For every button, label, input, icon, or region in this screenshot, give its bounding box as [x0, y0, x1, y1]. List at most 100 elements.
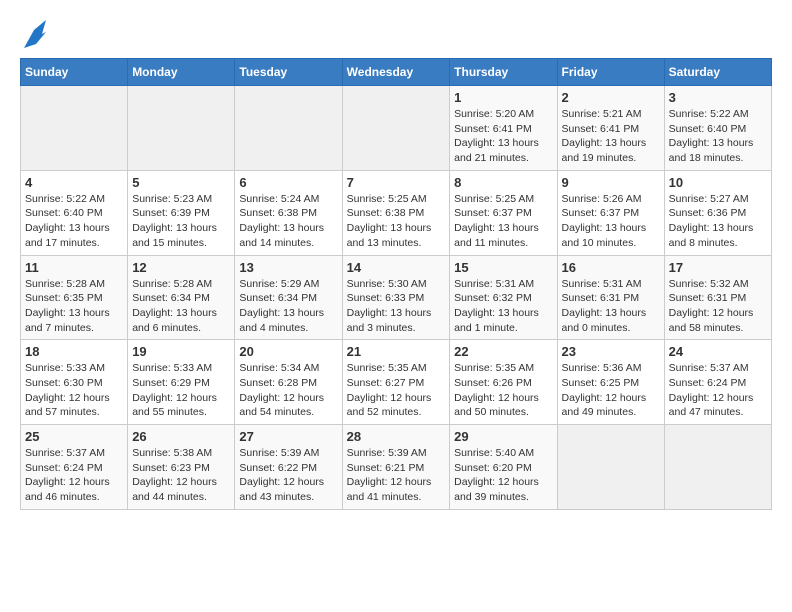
- day-number: 25: [25, 429, 123, 444]
- calendar-cell: 13Sunrise: 5:29 AM Sunset: 6:34 PM Dayli…: [235, 255, 342, 340]
- day-info: Sunrise: 5:39 AM Sunset: 6:22 PM Dayligh…: [239, 446, 337, 505]
- day-number: 16: [562, 260, 660, 275]
- calendar-cell: 29Sunrise: 5:40 AM Sunset: 6:20 PM Dayli…: [450, 425, 557, 510]
- calendar-header-monday: Monday: [128, 59, 235, 86]
- day-number: 9: [562, 175, 660, 190]
- day-number: 26: [132, 429, 230, 444]
- day-number: 20: [239, 344, 337, 359]
- day-number: 3: [669, 90, 767, 105]
- calendar-cell: [557, 425, 664, 510]
- calendar-week-row: 25 Sunrise: 5:37 AM Sunset: 6:24 PM Dayli…: [21, 425, 772, 510]
- calendar-header-saturday: Saturday: [664, 59, 771, 86]
- day-number: 13: [239, 260, 337, 275]
- day-info: Sunrise: 5:28 AM Sunset: 6:35 PM Dayligh…: [25, 277, 123, 336]
- calendar-header-friday: Friday: [557, 59, 664, 86]
- day-info: Sunrise: 5:37 AM Sunset: 6:24 PM Dayligh…: [669, 361, 767, 420]
- day-number: 18: [25, 344, 123, 359]
- day-info: Sunrise: 5:22 AM Sunset: 6:40 PM Dayligh…: [25, 192, 123, 251]
- calendar-header-sunday: Sunday: [21, 59, 128, 86]
- day-info: Sunrise: 5:36 AM Sunset: 6:25 PM Dayligh…: [562, 361, 660, 420]
- day-number: 10: [669, 175, 767, 190]
- calendar-cell: 15Sunrise: 5:31 AM Sunset: 6:32 PM Dayli…: [450, 255, 557, 340]
- day-info: Sunrise: 5:28 AM Sunset: 6:34 PM Dayligh…: [132, 277, 230, 336]
- calendar-cell: 10 Sunrise: 5:27 AM Sunset: 6:36 PM Dayli…: [664, 170, 771, 255]
- calendar-cell: 5 Sunrise: 5:23 AM Sunset: 6:39 PM Daylig…: [128, 170, 235, 255]
- calendar-cell: 14 Sunrise: 5:30 AM Sunset: 6:33 PM Dayli…: [342, 255, 450, 340]
- day-number: 4: [25, 175, 123, 190]
- day-number: 7: [347, 175, 446, 190]
- day-number: 12: [132, 260, 230, 275]
- day-info: Sunrise: 5:22 AM Sunset: 6:40 PM Dayligh…: [669, 107, 767, 166]
- calendar-header-row: SundayMondayTuesdayWednesdayThursdayFrid…: [21, 59, 772, 86]
- day-info: Sunrise: 5:30 AM Sunset: 6:33 PM Dayligh…: [347, 277, 446, 336]
- calendar-header-thursday: Thursday: [450, 59, 557, 86]
- calendar-cell: 11 Sunrise: 5:28 AM Sunset: 6:35 PM Dayli…: [21, 255, 128, 340]
- day-info: Sunrise: 5:27 AM Sunset: 6:36 PM Dayligh…: [669, 192, 767, 251]
- page-header: [20, 20, 772, 48]
- calendar-cell: 1 Sunrise: 5:20 AM Sunset: 6:41 PM Daylig…: [450, 86, 557, 171]
- day-info: Sunrise: 5:37 AM Sunset: 6:24 PM Dayligh…: [25, 446, 123, 505]
- calendar-cell: 20 Sunrise: 5:34 AM Sunset: 6:28 PM Dayli…: [235, 340, 342, 425]
- day-info: Sunrise: 5:35 AM Sunset: 6:27 PM Dayligh…: [347, 361, 446, 420]
- day-info: Sunrise: 5:33 AM Sunset: 6:29 PM Dayligh…: [132, 361, 230, 420]
- calendar-cell: 7Sunrise: 5:25 AM Sunset: 6:38 PM Daylig…: [342, 170, 450, 255]
- logo: [20, 20, 46, 48]
- day-info: Sunrise: 5:21 AM Sunset: 6:41 PM Dayligh…: [562, 107, 660, 166]
- calendar-cell: [235, 86, 342, 171]
- calendar-cell: 26 Sunrise: 5:38 AM Sunset: 6:23 PM Dayli…: [128, 425, 235, 510]
- calendar-cell: 18Sunrise: 5:33 AM Sunset: 6:30 PM Dayli…: [21, 340, 128, 425]
- day-number: 1: [454, 90, 552, 105]
- day-number: 27: [239, 429, 337, 444]
- day-info: Sunrise: 5:32 AM Sunset: 6:31 PM Dayligh…: [669, 277, 767, 336]
- day-number: 28: [347, 429, 446, 444]
- calendar-cell: 8 Sunrise: 5:25 AM Sunset: 6:37 PM Daylig…: [450, 170, 557, 255]
- day-number: 24: [669, 344, 767, 359]
- calendar-cell: 2 Sunrise: 5:21 AM Sunset: 6:41 PM Daylig…: [557, 86, 664, 171]
- calendar-cell: 12 Sunrise: 5:28 AM Sunset: 6:34 PM Dayli…: [128, 255, 235, 340]
- day-number: 11: [25, 260, 123, 275]
- calendar-cell: 9 Sunrise: 5:26 AM Sunset: 6:37 PM Daylig…: [557, 170, 664, 255]
- calendar-cell: 17 Sunrise: 5:32 AM Sunset: 6:31 PM Dayli…: [664, 255, 771, 340]
- day-number: 6: [239, 175, 337, 190]
- calendar-cell: 6 Sunrise: 5:24 AM Sunset: 6:38 PM Daylig…: [235, 170, 342, 255]
- day-number: 5: [132, 175, 230, 190]
- calendar-cell: 28 Sunrise: 5:39 AM Sunset: 6:21 PM Dayli…: [342, 425, 450, 510]
- day-number: 23: [562, 344, 660, 359]
- day-info: Sunrise: 5:23 AM Sunset: 6:39 PM Dayligh…: [132, 192, 230, 251]
- day-info: Sunrise: 5:39 AM Sunset: 6:21 PM Dayligh…: [347, 446, 446, 505]
- day-number: 21: [347, 344, 446, 359]
- calendar-cell: 25 Sunrise: 5:37 AM Sunset: 6:24 PM Dayli…: [21, 425, 128, 510]
- day-info: Sunrise: 5:20 AM Sunset: 6:41 PM Dayligh…: [454, 107, 552, 166]
- day-info: Sunrise: 5:38 AM Sunset: 6:23 PM Dayligh…: [132, 446, 230, 505]
- day-number: 2: [562, 90, 660, 105]
- calendar-cell: 27 Sunrise: 5:39 AM Sunset: 6:22 PM Dayli…: [235, 425, 342, 510]
- calendar-cell: [342, 86, 450, 171]
- calendar-week-row: 1 Sunrise: 5:20 AM Sunset: 6:41 PM Daylig…: [21, 86, 772, 171]
- day-number: 19: [132, 344, 230, 359]
- calendar-week-row: 11 Sunrise: 5:28 AM Sunset: 6:35 PM Dayli…: [21, 255, 772, 340]
- day-info: Sunrise: 5:31 AM Sunset: 6:31 PM Dayligh…: [562, 277, 660, 336]
- day-number: 14: [347, 260, 446, 275]
- day-info: Sunrise: 5:24 AM Sunset: 6:38 PM Dayligh…: [239, 192, 337, 251]
- day-number: 22: [454, 344, 552, 359]
- logo-bird-icon: [24, 20, 46, 48]
- day-number: 8: [454, 175, 552, 190]
- calendar-cell: 21 Sunrise: 5:35 AM Sunset: 6:27 PM Dayli…: [342, 340, 450, 425]
- day-info: Sunrise: 5:25 AM Sunset: 6:37 PM Dayligh…: [454, 192, 552, 251]
- calendar-cell: 4 Sunrise: 5:22 AM Sunset: 6:40 PM Daylig…: [21, 170, 128, 255]
- day-info: Sunrise: 5:34 AM Sunset: 6:28 PM Dayligh…: [239, 361, 337, 420]
- calendar-cell: 16 Sunrise: 5:31 AM Sunset: 6:31 PM Dayli…: [557, 255, 664, 340]
- day-info: Sunrise: 5:35 AM Sunset: 6:26 PM Dayligh…: [454, 361, 552, 420]
- calendar-header-wednesday: Wednesday: [342, 59, 450, 86]
- day-info: Sunrise: 5:26 AM Sunset: 6:37 PM Dayligh…: [562, 192, 660, 251]
- calendar-header-tuesday: Tuesday: [235, 59, 342, 86]
- calendar-cell: 24 Sunrise: 5:37 AM Sunset: 6:24 PM Dayli…: [664, 340, 771, 425]
- calendar-cell: 22 Sunrise: 5:35 AM Sunset: 6:26 PM Dayli…: [450, 340, 557, 425]
- day-number: 17: [669, 260, 767, 275]
- calendar-week-row: 18Sunrise: 5:33 AM Sunset: 6:30 PM Dayli…: [21, 340, 772, 425]
- day-number: 15: [454, 260, 552, 275]
- calendar-cell: 3 Sunrise: 5:22 AM Sunset: 6:40 PM Daylig…: [664, 86, 771, 171]
- calendar-cell: [664, 425, 771, 510]
- calendar-table: SundayMondayTuesdayWednesdayThursdayFrid…: [20, 58, 772, 510]
- calendar-cell: [128, 86, 235, 171]
